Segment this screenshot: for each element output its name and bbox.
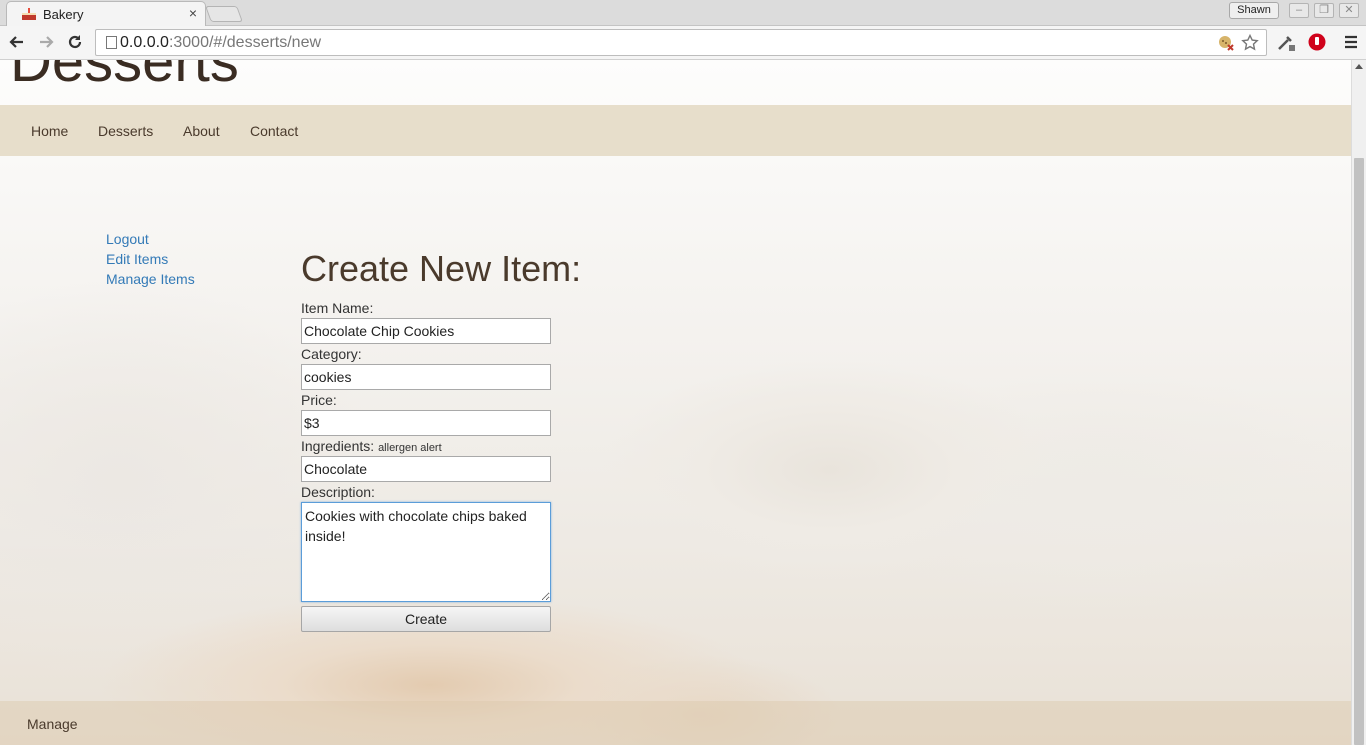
description-textarea[interactable]: Cookies with chocolate chips baked insid…: [301, 502, 551, 602]
sidebar-edit-items-link[interactable]: Edit Items: [106, 251, 168, 267]
nav-desserts[interactable]: Desserts: [98, 123, 153, 139]
main-navbar: Home Desserts About Contact: [0, 105, 1351, 156]
cookie-blocked-icon[interactable]: [1216, 34, 1236, 52]
new-tab-button[interactable]: [205, 6, 243, 22]
footer-manage-link[interactable]: Manage: [27, 716, 78, 732]
profile-button[interactable]: Shawn: [1229, 2, 1279, 19]
url-text[interactable]: 0.0.0.0:3000/#/desserts/new: [120, 34, 321, 52]
price-label: Price:: [301, 392, 337, 408]
sidebar-logout-link[interactable]: Logout: [106, 231, 149, 247]
scroll-thumb[interactable]: [1354, 158, 1364, 745]
allergen-alert-note: allergen alert: [378, 442, 442, 454]
page-viewport: Desserts Home Desserts About Contact Log…: [0, 60, 1351, 745]
ingredients-label: Ingredients:: [301, 438, 375, 454]
browser-tab-strip: Bakery × Shawn – ❐ ✕: [0, 0, 1366, 26]
restore-icon[interactable]: ❐: [1314, 3, 1334, 18]
page-scrollbar[interactable]: [1351, 60, 1366, 745]
browser-toolbar: 0.0.0.0:3000/#/desserts/new: [0, 26, 1366, 60]
form-heading: Create New Item:: [301, 248, 582, 289]
adblock-icon[interactable]: [1306, 31, 1328, 53]
address-bar[interactable]: 0.0.0.0:3000/#/desserts/new: [95, 29, 1267, 56]
back-icon[interactable]: [6, 31, 28, 53]
forward-icon[interactable]: [35, 31, 57, 53]
sidebar-manage-items-link[interactable]: Manage Items: [106, 271, 195, 287]
item-name-input[interactable]: [301, 318, 551, 344]
reload-icon[interactable]: [64, 31, 86, 53]
category-label: Category:: [301, 346, 362, 362]
category-input[interactable]: [301, 364, 551, 390]
page-icon: [106, 36, 117, 49]
tab-close-icon[interactable]: ×: [189, 5, 197, 21]
nav-home[interactable]: Home: [31, 123, 68, 139]
site-title: Desserts: [10, 60, 239, 94]
page-footer: Manage: [0, 701, 1351, 745]
ingredients-label-row: Ingredients: allergen alert: [301, 438, 442, 454]
close-window-icon[interactable]: ✕: [1339, 3, 1359, 18]
cake-icon: [22, 8, 36, 20]
price-input[interactable]: [301, 410, 551, 436]
browser-tab[interactable]: Bakery ×: [6, 1, 206, 26]
ingredients-input[interactable]: [301, 456, 551, 482]
tab-title: Bakery: [43, 7, 84, 22]
nav-about[interactable]: About: [183, 123, 220, 139]
create-button[interactable]: Create: [301, 606, 551, 632]
description-label: Description:: [301, 484, 375, 500]
bookmark-star-icon[interactable]: [1240, 34, 1260, 52]
item-name-label: Item Name:: [301, 300, 374, 316]
menu-icon[interactable]: [1340, 31, 1362, 53]
eyedropper-extension-icon[interactable]: [1275, 31, 1297, 53]
minimize-icon[interactable]: –: [1289, 3, 1309, 18]
scroll-up-arrow-icon[interactable]: [1355, 64, 1363, 69]
nav-contact[interactable]: Contact: [250, 123, 298, 139]
